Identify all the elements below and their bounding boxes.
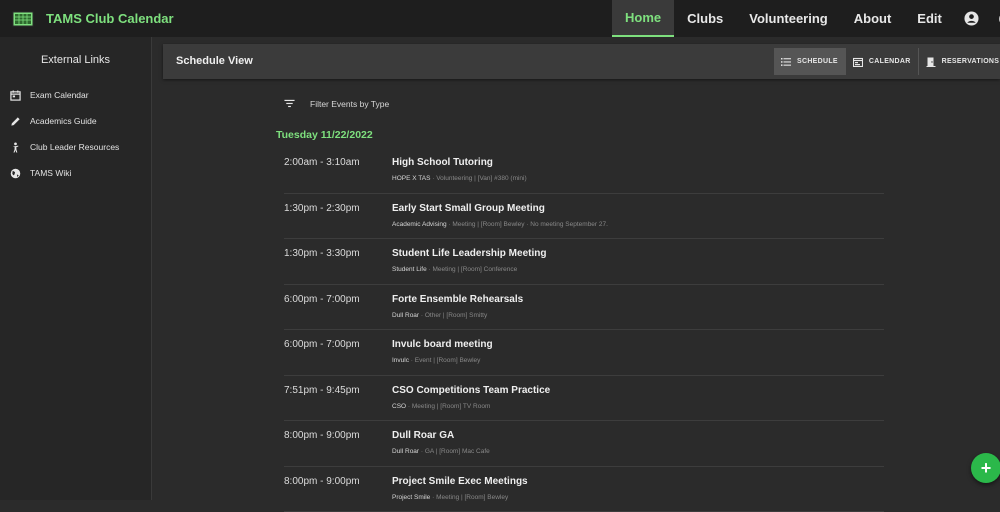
- event-details: · Meeting | [Room] Bewley: [430, 494, 508, 501]
- sidebar: External Links Exam Calendar Academics G…: [0, 37, 152, 500]
- event-time: 6:00pm - 7:00pm: [284, 339, 360, 350]
- door-icon: [926, 57, 936, 67]
- event-time: 2:00am - 3:10am: [284, 157, 360, 168]
- view-reservations-label: RESERVATIONS: [942, 58, 1000, 65]
- event-meta: Dull Roar · GA | [Room] Mac Cafe: [392, 448, 490, 455]
- page-title: Schedule View: [176, 55, 253, 67]
- sidebar-item-club-leader-resources[interactable]: Club Leader Resources: [0, 134, 151, 160]
- person-icon: [10, 142, 21, 153]
- list-icon: [781, 57, 791, 67]
- pencil-icon: [10, 116, 21, 127]
- app-title: TAMS Club Calendar: [46, 11, 174, 26]
- add-event-button[interactable]: +: [971, 453, 1000, 483]
- nav-volunteering[interactable]: Volunteering: [736, 0, 840, 37]
- view-schedule-button[interactable]: SCHEDULE: [774, 48, 845, 75]
- event-details: · Other | [Room] Smitty: [419, 312, 487, 319]
- event-time: 8:00pm - 9:00pm: [284, 430, 360, 441]
- event-meta: Student Life · Meeting | [Room] Conferen…: [392, 266, 517, 273]
- event-time: 8:00pm - 9:00pm: [284, 476, 360, 487]
- date-heading: Tuesday 11/22/2022: [276, 129, 373, 141]
- globe-icon: [10, 168, 21, 179]
- event-org: Dull Roar: [392, 312, 419, 319]
- top-app-bar: TAMS Club Calendar Home Clubs Volunteeri…: [0, 0, 1000, 37]
- event-row[interactable]: 1:30pm - 3:30pm Student Life Leadership …: [284, 239, 884, 285]
- event-row[interactable]: 2:00am - 3:10am High School Tutoring HOP…: [284, 148, 884, 194]
- event-org: HOPE X TAS: [392, 175, 430, 182]
- event-time: 7:51pm - 9:45pm: [284, 385, 360, 396]
- view-schedule-label: SCHEDULE: [797, 58, 838, 65]
- theme-toggle-icon[interactable]: [989, 0, 1000, 37]
- event-org: Project Smile: [392, 494, 430, 501]
- view-reservations-button[interactable]: RESERVATIONS: [918, 48, 1000, 75]
- sidebar-item-exam-calendar[interactable]: Exam Calendar: [0, 82, 151, 108]
- event-details: · Volunteering | [Van] #380 (mini): [430, 175, 526, 182]
- event-details: · Meeting | [Room] TV Room: [406, 403, 490, 410]
- event-meta: Dull Roar · Other | [Room] Smitty: [392, 312, 487, 319]
- filter-label: Filter Events by Type: [310, 99, 389, 109]
- calendar-logo-icon: [12, 10, 36, 28]
- nav-about[interactable]: About: [841, 0, 905, 37]
- event-org: CSO: [392, 403, 406, 410]
- view-toggle-group: SCHEDULE CALENDAR RESERVATIONS: [774, 48, 1000, 75]
- event-meta: HOPE X TAS · Volunteering | [Van] #380 (…: [392, 175, 527, 182]
- sidebar-item-label: TAMS Wiki: [30, 168, 71, 178]
- event-name[interactable]: High School Tutoring: [392, 157, 493, 168]
- brand[interactable]: TAMS Club Calendar: [0, 0, 174, 37]
- event-org: Dull Roar: [392, 448, 419, 455]
- filter-events-button[interactable]: Filter Events by Type: [284, 98, 389, 109]
- event-meta: Project Smile · Meeting | [Room] Bewley: [392, 494, 508, 501]
- event-name[interactable]: Early Start Small Group Meeting: [392, 203, 545, 214]
- event-row[interactable]: 6:00pm - 7:00pm Invulc board meeting Inv…: [284, 330, 884, 376]
- sidebar-item-label: Exam Calendar: [30, 90, 89, 100]
- calendar-icon: [853, 57, 863, 67]
- event-row[interactable]: 1:30pm - 2:30pm Early Start Small Group …: [284, 194, 884, 240]
- sidebar-item-tams-wiki[interactable]: TAMS Wiki: [0, 160, 151, 186]
- account-icon[interactable]: [955, 0, 989, 37]
- plus-icon: +: [981, 459, 992, 477]
- event-org: Academic Advising: [392, 221, 447, 228]
- event-row[interactable]: 7:51pm - 9:45pm CSO Competitions Team Pr…: [284, 376, 884, 422]
- sidebar-item-academics-guide[interactable]: Academics Guide: [0, 108, 151, 134]
- schedule-header: Schedule View SCHEDULE CALENDAR: [163, 44, 1000, 79]
- event-name[interactable]: Forte Ensemble Rehearsals: [392, 294, 523, 305]
- nav-clubs[interactable]: Clubs: [674, 0, 736, 37]
- event-details: · Meeting | [Room] Bewley · No meeting S…: [447, 221, 608, 228]
- filter-icon: [284, 98, 295, 109]
- event-name[interactable]: Dull Roar GA: [392, 430, 454, 441]
- event-details: · Event | [Room] Bewley: [409, 357, 480, 364]
- event-row[interactable]: 6:00pm - 7:00pm Forte Ensemble Rehearsal…: [284, 285, 884, 331]
- event-org: Invulc: [392, 357, 409, 364]
- event-org: Student Life: [392, 266, 427, 273]
- event-details: · Meeting | [Room] Conference: [427, 266, 518, 273]
- event-name[interactable]: Student Life Leadership Meeting: [392, 248, 546, 259]
- event-row[interactable]: 8:00pm - 9:00pm Dull Roar GA Dull Roar ·…: [284, 421, 884, 467]
- sidebar-title: External Links: [0, 54, 151, 66]
- view-calendar-button[interactable]: CALENDAR: [845, 48, 918, 75]
- view-calendar-label: CALENDAR: [869, 58, 911, 65]
- sidebar-item-label: Club Leader Resources: [30, 142, 119, 152]
- event-time: 1:30pm - 2:30pm: [284, 203, 360, 214]
- event-list: 2:00am - 3:10am High School Tutoring HOP…: [284, 148, 884, 512]
- calendar-icon: [10, 90, 21, 101]
- event-name[interactable]: Invulc board meeting: [392, 339, 493, 350]
- event-time: 1:30pm - 3:30pm: [284, 248, 360, 259]
- event-details: · GA | [Room] Mac Cafe: [419, 448, 490, 455]
- sidebar-item-label: Academics Guide: [30, 116, 97, 126]
- event-meta: Invulc · Event | [Room] Bewley: [392, 357, 480, 364]
- event-meta: Academic Advising · Meeting | [Room] Bew…: [392, 221, 608, 228]
- event-name[interactable]: Project Smile Exec Meetings: [392, 476, 528, 487]
- event-meta: CSO · Meeting | [Room] TV Room: [392, 403, 490, 410]
- nav-home[interactable]: Home: [612, 0, 674, 37]
- nav-edit[interactable]: Edit: [904, 0, 955, 37]
- event-row[interactable]: 8:00pm - 9:00pm Project Smile Exec Meeti…: [284, 467, 884, 512]
- event-time: 6:00pm - 7:00pm: [284, 294, 360, 305]
- event-name[interactable]: CSO Competitions Team Practice: [392, 385, 550, 396]
- main-nav: Home Clubs Volunteering About Edit: [612, 0, 1000, 37]
